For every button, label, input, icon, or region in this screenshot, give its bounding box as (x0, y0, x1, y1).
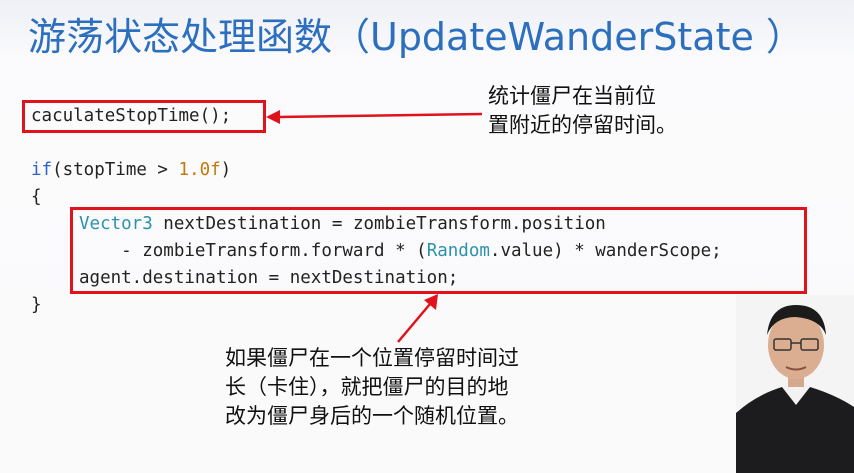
presenter-video (736, 295, 854, 473)
arrows-layer (266, 110, 483, 343)
red-arrow-icon (266, 110, 483, 124)
red-arrow-icon (397, 294, 438, 343)
